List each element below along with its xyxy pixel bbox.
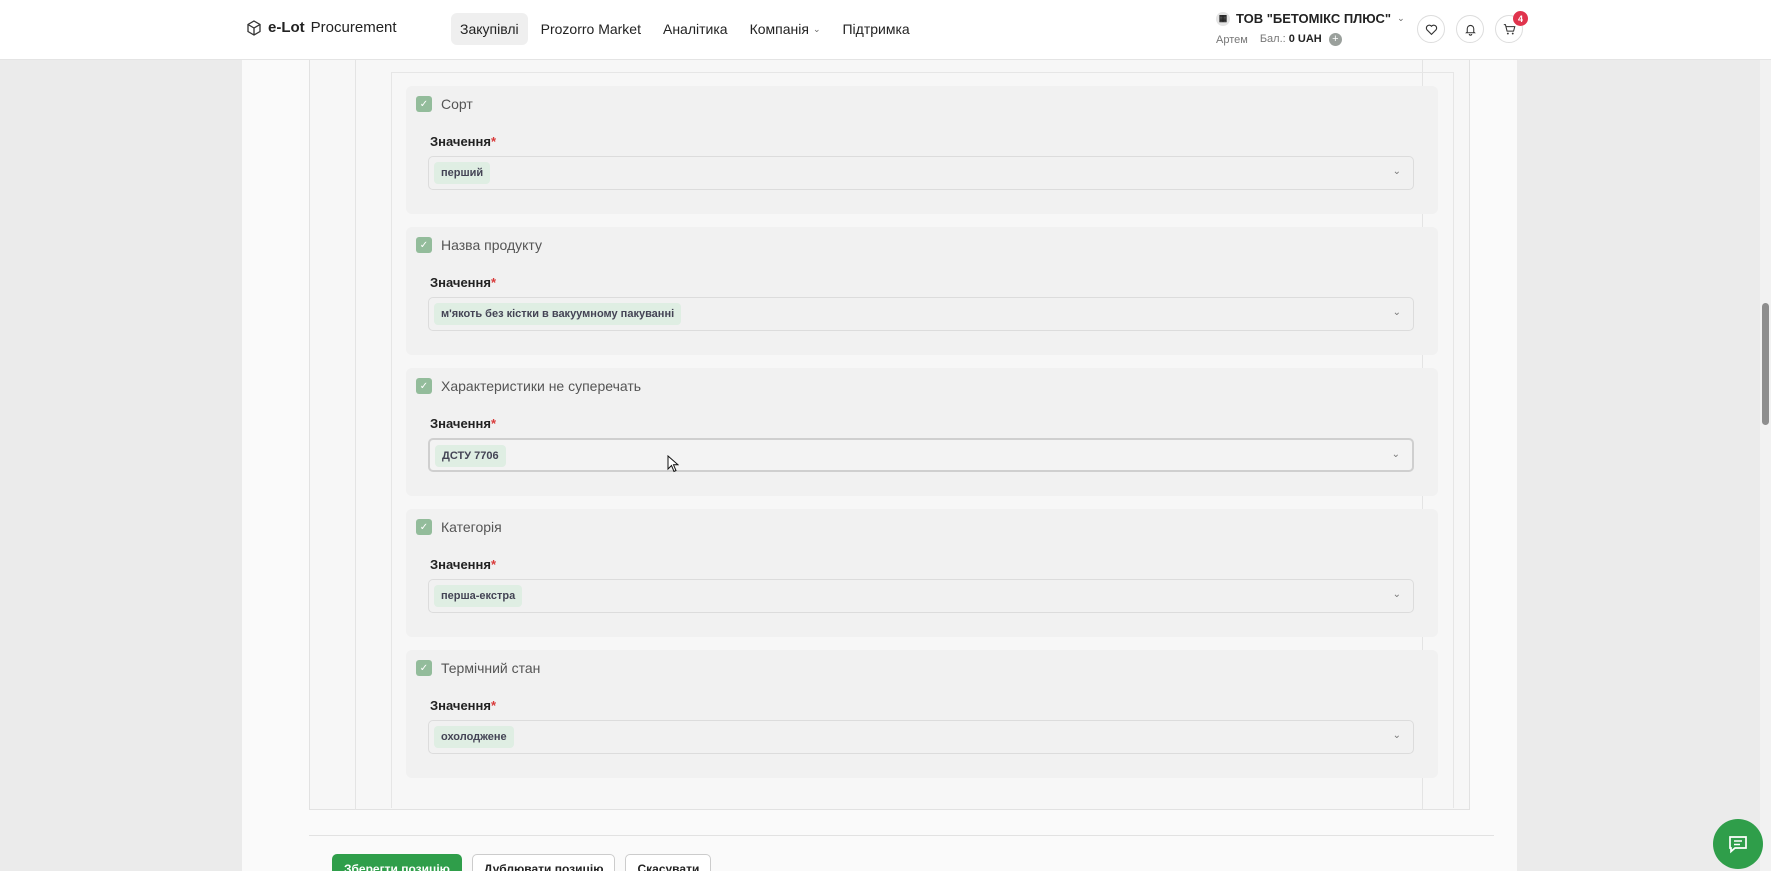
company-name: ТОВ "БЕТОМІКС ПЛЮС" [1236, 11, 1392, 26]
cart-button[interactable]: 4 [1495, 11, 1528, 43]
chevron-down-icon: ⌄ [1391, 449, 1400, 460]
company-selector[interactable]: ▦ ТОВ "БЕТОМІКС ПЛЮС" ⌄ [1216, 11, 1405, 26]
logo[interactable]: e-Lot Procurement [246, 19, 397, 36]
value-label: Значення* [430, 275, 497, 290]
balance-label: Бал.: [1259, 33, 1286, 45]
chevron-down-icon: ⌄ [1392, 730, 1401, 741]
top-navigation-bar: e-Lot Procurement Закупівлі Prozorro Mar… [0, 0, 1771, 60]
feature-header[interactable]: ✓ Характеристики не суперечать [416, 378, 641, 394]
value-select[interactable]: перший ⌄ [428, 156, 1414, 190]
balance: Бал.: 0 UAH + [1260, 33, 1342, 46]
feature-card: ✓ Характеристики не суперечать Значення*… [406, 368, 1438, 496]
main-nav: Закупівлі Prozorro Market Аналітика Комп… [451, 13, 919, 45]
value-select[interactable]: ДСТУ 7706 ⌄ [428, 438, 1414, 472]
chat-icon [1729, 836, 1747, 854]
selected-value-chip: м'якоть без кістки в вакуумному пакуванн… [434, 303, 682, 325]
notifications-button[interactable] [1456, 15, 1484, 43]
feature-card: ✓ Категорія Значення* перша-екстра ⌄ [406, 509, 1438, 637]
feature-title: Назва продукту [441, 237, 542, 253]
checkbox-checked-icon[interactable]: ✓ [416, 519, 432, 535]
user-name: Артем [1216, 33, 1248, 46]
value-label: Значення* [430, 557, 497, 572]
feature-title: Термічний стан [441, 660, 541, 676]
value-label: Значення* [430, 134, 497, 149]
balance-value: 0 UAH [1288, 33, 1322, 45]
value-select[interactable]: м'якоть без кістки в вакуумному пакуванн… [428, 297, 1414, 331]
feature-header[interactable]: ✓ Назва продукту [416, 237, 542, 253]
value-select[interactable]: перша-екстра ⌄ [428, 579, 1414, 613]
logo-suffix: Procurement [310, 19, 397, 36]
nav-item-prozorro-market[interactable]: Prozorro Market [532, 13, 650, 45]
chevron-down-icon: ⌄ [1392, 166, 1401, 177]
nav-item-analytics[interactable]: Аналітика [654, 13, 737, 45]
chevron-down-icon: ⌄ [812, 23, 821, 34]
feature-header[interactable]: ✓ Термічний стан [416, 660, 540, 676]
checkbox-checked-icon[interactable]: ✓ [416, 96, 432, 112]
nav-item-company[interactable]: Компанія ⌄ [741, 13, 830, 45]
chevron-down-icon: ⌄ [1397, 13, 1405, 23]
logo-cube-icon [247, 19, 261, 36]
checkbox-checked-icon[interactable]: ✓ [416, 237, 432, 253]
value-label: Значення* [430, 698, 497, 713]
nav-item-company-label: Компанія [749, 21, 809, 37]
user-info: Артем Бал.: 0 UAH + [1216, 33, 1342, 46]
divider [309, 835, 1494, 836]
feature-title: Характеристики не суперечать [441, 378, 642, 394]
checkbox-checked-icon[interactable]: ✓ [416, 378, 432, 394]
feature-card: ✓ Сорт Значення* перший ⌄ [406, 86, 1438, 214]
chevron-down-icon: ⌄ [1392, 307, 1401, 318]
heart-icon [1425, 24, 1437, 35]
building-icon: ▦ [1216, 11, 1230, 26]
feature-title: Сорт [441, 96, 473, 112]
nav-item-procurements[interactable]: Закупівлі [451, 13, 528, 45]
selected-value-chip: ДСТУ 7706 [435, 445, 506, 467]
logo-brand: e-Lot [268, 19, 305, 36]
mouse-cursor-icon [667, 455, 679, 473]
form-actions: Зберегти позицію Дублювати позицію Скасу… [332, 854, 712, 871]
duplicate-position-button[interactable]: Дублювати позицію [471, 854, 616, 871]
selected-value-chip: охолоджене [434, 726, 514, 748]
feature-title: Категорія [441, 519, 502, 535]
selected-value-chip: перший [434, 162, 491, 184]
cancel-button[interactable]: Скасувати [625, 854, 712, 871]
scrollbar-thumb[interactable] [1762, 303, 1769, 425]
nav-item-support[interactable]: Підтримка [833, 13, 918, 45]
feature-header[interactable]: ✓ Категорія [416, 519, 502, 535]
feature-card: ✓ Термічний стан Значення* охолоджене ⌄ [406, 650, 1438, 778]
cart-icon [1503, 23, 1515, 34]
checkbox-checked-icon[interactable]: ✓ [416, 660, 432, 676]
page-scrollbar[interactable] [1760, 60, 1771, 871]
feature-card: ✓ Назва продукту Значення* м'якоть без к… [406, 227, 1438, 355]
bell-icon [1464, 24, 1476, 36]
support-chat-button[interactable] [1713, 819, 1763, 869]
selected-value-chip: перша-екстра [434, 585, 523, 607]
add-balance-icon[interactable]: + [1328, 33, 1342, 46]
favorites-button[interactable] [1417, 15, 1445, 43]
cart-count-badge: 4 [1513, 11, 1528, 26]
feature-header[interactable]: ✓ Сорт [416, 96, 473, 112]
save-position-button[interactable]: Зберегти позицію [332, 854, 462, 871]
chevron-down-icon: ⌄ [1392, 589, 1401, 600]
value-label: Значення* [430, 416, 497, 431]
value-select[interactable]: охолоджене ⌄ [428, 720, 1414, 754]
